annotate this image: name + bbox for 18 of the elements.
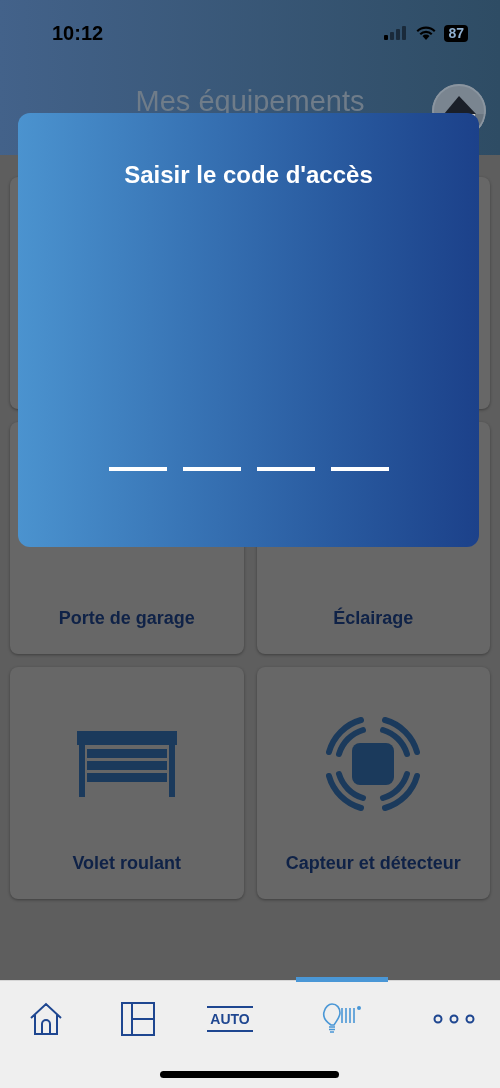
tab[interactable]: AUTO [184, 981, 276, 1057]
lightbulb-radiator-icon [322, 1002, 362, 1033]
status-time: 10:12 [52, 21, 104, 46]
card-label: Volet roulant [72, 852, 182, 875]
signal-icon [384, 26, 409, 40]
dialog-title: Saisir le code d'accès [124, 160, 373, 190]
card-label: Capteur et détecteur [285, 852, 461, 875]
battery-level: 87 [444, 24, 468, 42]
more-icon [433, 1014, 475, 1024]
card-label: Porte de garage [58, 607, 195, 630]
equipment-card[interactable]: Volet roulant [10, 667, 244, 899]
shutter-icon [76, 730, 177, 797]
equipment-card[interactable]: Capteur et détecteur [256, 667, 490, 899]
home-icon [29, 1002, 63, 1036]
card-label: Éclairage [333, 606, 414, 630]
sensor-icon [325, 715, 422, 812]
wifi-icon [416, 26, 437, 40]
floor-plan-icon [121, 1002, 155, 1036]
